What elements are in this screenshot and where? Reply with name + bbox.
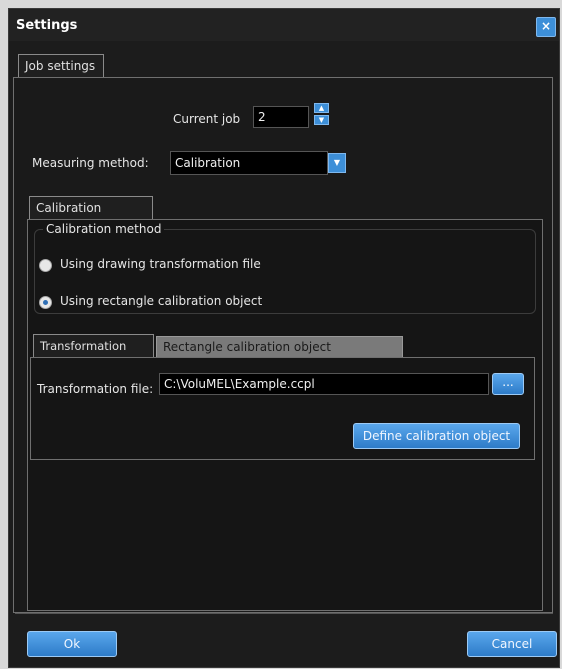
tab-calibration-settings[interactable]: Calibration settings	[29, 196, 153, 237]
transformation-file-panel: Transformation file: C:\VoluMEL\Example.…	[30, 357, 535, 460]
tab-job-settings-label: Job settings	[25, 59, 96, 73]
radio-drawing-transformation-label[interactable]: Using drawing transformation file	[60, 257, 261, 271]
measuring-method-label: Measuring method:	[32, 156, 149, 170]
radio-drawing-transformation[interactable]	[39, 259, 52, 272]
close-button[interactable]: ×	[536, 17, 556, 37]
tab-rectangle-params[interactable]: Rectangle calibration object parameters	[156, 336, 403, 374]
transformation-file-input[interactable]: C:\VoluMEL\Example.ccpl	[159, 373, 489, 395]
settings-window: Settings × Job settings Current job 2 ▲ …	[8, 8, 560, 668]
current-job-label: Current job	[173, 112, 241, 126]
title-bar: Settings ×	[9, 9, 559, 41]
footer-divider	[15, 613, 553, 614]
ok-button[interactable]: Ok	[27, 631, 117, 657]
measuring-method-select[interactable]: Calibration	[170, 151, 328, 175]
chevron-down-icon[interactable]: ▼	[328, 153, 346, 173]
spin-up-icon[interactable]: ▲	[314, 103, 329, 113]
transformation-file-label: Transformation file:	[37, 382, 154, 396]
cancel-button[interactable]: Cancel	[467, 631, 557, 657]
tab-job-settings[interactable]: Job settings	[18, 54, 104, 78]
radio-rectangle-calibration-label[interactable]: Using rectangle calibration object	[60, 294, 262, 308]
spin-down-icon[interactable]: ▼	[314, 115, 329, 125]
tab-transformation-file[interactable]: Transformation file	[33, 334, 154, 375]
calibration-settings-panel: Calibration method Using drawing transfo…	[27, 219, 543, 611]
current-job-spinner[interactable]: ▲ ▼	[314, 103, 329, 127]
job-settings-panel: Current job 2 ▲ ▼ Measuring method: Cali…	[13, 77, 553, 613]
browse-button[interactable]: ...	[492, 373, 524, 395]
calibration-method-title: Calibration method	[43, 222, 165, 236]
current-job-input[interactable]: 2	[253, 106, 309, 128]
close-icon: ×	[540, 19, 552, 33]
define-calibration-object-button[interactable]: Define calibration object	[353, 423, 520, 449]
radio-rectangle-calibration[interactable]	[39, 296, 52, 309]
window-title: Settings	[16, 18, 78, 33]
